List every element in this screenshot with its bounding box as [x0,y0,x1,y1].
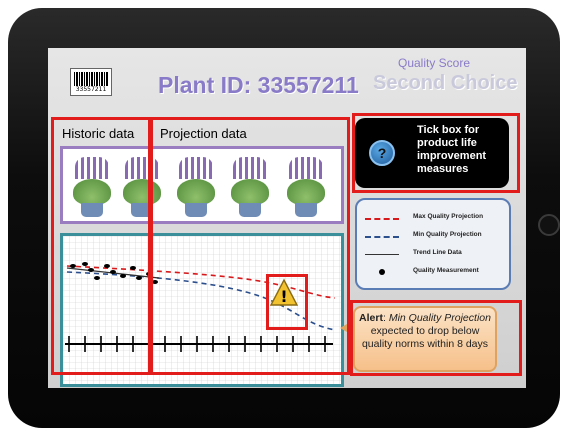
info-highlight-box [352,113,520,193]
barcode-bars [74,72,108,86]
historic-highlight-box [51,117,151,375]
warning-highlight-box [266,274,308,330]
legend-item-min: Min Quality Projection [365,230,505,244]
legend-label: Trend Line Data [413,249,462,256]
chart-legend: Max Quality Projection Min Quality Proje… [355,198,511,290]
legend-label: Quality Measurement [413,267,479,274]
legend-item-max: Max Quality Projection [365,212,505,226]
legend-label: Max Quality Projection [413,213,484,220]
legend-item-trend: Trend Line Data [365,248,505,262]
home-button[interactable] [538,214,560,236]
barcode-icon: 33557211 [70,68,112,96]
alert-highlight-box [350,300,522,376]
legend-item-measurement: Quality Measurement [365,266,505,280]
projection-highlight-box [150,117,350,375]
quality-score-value: Second Choice [373,72,518,94]
plant-id-title: Plant ID: 33557211 [158,72,359,98]
barcode-number: 33557211 [75,86,107,93]
legend-label: Min Quality Projection [413,231,482,238]
quality-score-label: Quality Score [398,56,471,70]
